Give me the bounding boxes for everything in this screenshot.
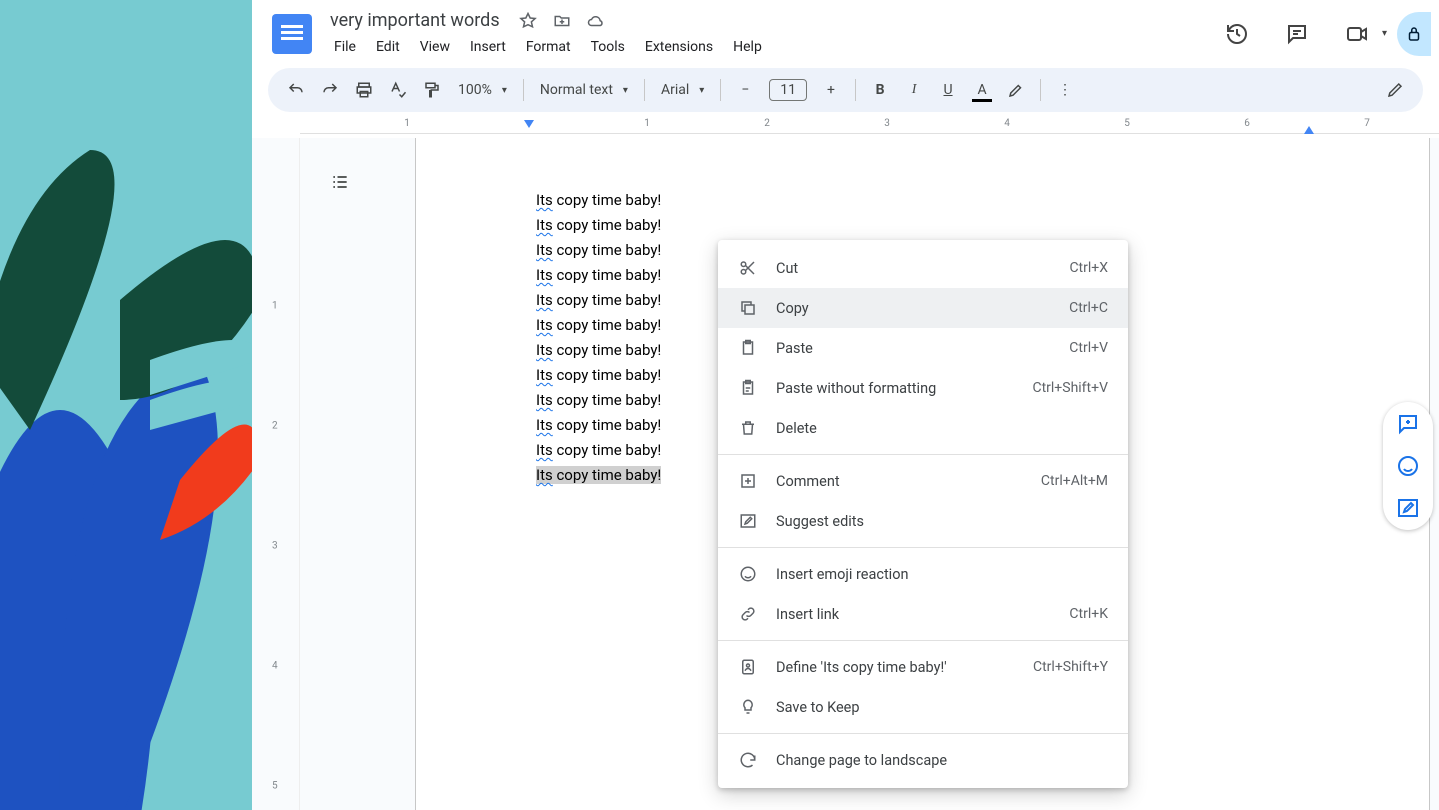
menu-extensions[interactable]: Extensions [637,35,721,59]
context-cut[interactable]: Cut Ctrl+X [718,248,1128,288]
add-comment-icon[interactable] [1396,412,1420,436]
context-label: Insert emoji reaction [776,566,1108,583]
text-line[interactable]: Its copy time baby! [536,188,1309,213]
define-icon [738,658,758,676]
floating-comment-panel [1383,402,1433,530]
menu-edit[interactable]: Edit [368,35,408,59]
context-accel: Ctrl+K [1069,606,1108,622]
increase-font-button[interactable]: + [815,74,847,106]
context-paste[interactable]: Paste Ctrl+V [718,328,1128,368]
context-label: Insert link [776,606,1051,623]
text-color-button[interactable]: A [966,74,998,106]
menubar: File Edit View Insert Format Tools Exten… [326,35,1217,59]
context-comment[interactable]: Comment Ctrl+Alt+M [718,461,1128,501]
move-icon[interactable] [552,11,572,31]
context-accel: Ctrl+Shift+V [1032,380,1108,396]
document-title[interactable]: very important words [326,8,504,33]
context-label: Comment [776,473,1023,490]
menu-format[interactable]: Format [518,35,579,59]
highlight-button[interactable] [1000,74,1032,106]
context-label: Cut [776,260,1051,277]
font-size-input[interactable]: 11 [769,79,807,101]
document-outline-button[interactable] [324,166,356,198]
context-rotate[interactable]: Change page to landscape [718,740,1128,780]
context-copy[interactable]: Copy Ctrl+C [718,288,1128,328]
context-accel: Ctrl+Shift+Y [1033,659,1108,675]
app-header: very important words File Edit View I [252,0,1439,68]
suggest-edits-icon[interactable] [1396,496,1420,520]
context-emoji[interactable]: Insert emoji reaction [718,554,1128,594]
context-define[interactable]: Define 'Its copy time baby!' Ctrl+Shift+Y [718,647,1128,687]
context-accel: Ctrl+V [1069,340,1108,356]
more-toolbar-button[interactable]: ⋮ [1049,74,1081,106]
context-paste-plain[interactable]: Paste without formatting Ctrl+Shift+V [718,368,1128,408]
context-label: Suggest edits [776,513,1108,530]
context-label: Delete [776,420,1108,437]
cut-icon [738,259,758,277]
print-button[interactable] [348,74,380,106]
zoom-dropdown[interactable]: 100% [450,74,515,106]
keep-icon [738,698,758,716]
delete-icon [738,419,758,437]
redo-button[interactable] [314,74,346,106]
editing-mode-button[interactable] [1379,74,1411,106]
undo-button[interactable] [280,74,312,106]
context-label: Paste without formatting [776,380,1014,397]
zoom-value: 100% [458,82,492,98]
menu-view[interactable]: View [412,35,458,59]
share-button[interactable] [1397,12,1431,56]
emoji-icon [738,565,758,583]
history-icon[interactable] [1217,14,1257,54]
link-icon [738,605,758,623]
left-indent-marker[interactable] [524,120,534,128]
desktop-wallpaper [0,0,252,810]
paragraph-style-dropdown[interactable]: Normal text [532,74,636,106]
context-delete[interactable]: Delete [718,408,1128,448]
spellcheck-button[interactable] [382,74,414,106]
right-indent-marker[interactable] [1304,126,1314,134]
comments-icon[interactable] [1277,14,1317,54]
decrease-font-button[interactable]: − [729,74,761,106]
style-value: Normal text [540,82,613,98]
context-accel: Ctrl+C [1069,300,1108,316]
horizontal-ruler[interactable]: 1 1 2 3 4 5 6 7 [300,118,1439,134]
cloud-status-icon[interactable] [586,11,606,31]
paste-plain-icon [738,379,758,397]
underline-button[interactable]: U [932,74,964,106]
italic-button[interactable]: I [898,74,930,106]
vertical-ruler[interactable]: 1 2 3 4 5 [252,138,300,810]
font-dropdown[interactable]: Arial [653,74,712,106]
menu-tools[interactable]: Tools [583,35,633,59]
context-accel: Ctrl+X [1069,260,1108,276]
toolbar: 100% Normal text Arial − 11 + B I U A ⋮ [268,68,1423,112]
context-label: Paste [776,340,1051,357]
copy-icon [738,299,758,317]
context-label: Save to Keep [776,699,1108,716]
context-link[interactable]: Insert link Ctrl+K [718,594,1128,634]
suggest-icon [738,512,758,530]
meet-icon[interactable] [1337,14,1377,54]
context-label: Copy [776,300,1051,317]
comment-icon [738,472,758,490]
font-value: Arial [661,82,689,98]
context-keep[interactable]: Save to Keep [718,687,1128,727]
docs-logo-icon[interactable] [272,14,312,54]
rotate-icon [738,751,758,769]
context-suggest[interactable]: Suggest edits [718,501,1128,541]
paint-format-button[interactable] [416,74,448,106]
add-emoji-icon[interactable] [1396,454,1420,478]
menu-help[interactable]: Help [725,35,770,59]
paste-icon [738,339,758,357]
menu-file[interactable]: File [326,35,364,59]
context-accel: Ctrl+Alt+M [1041,473,1108,489]
text-line[interactable]: Its copy time baby! [536,213,1309,238]
bold-button[interactable]: B [864,74,896,106]
context-label: Define 'Its copy time baby!' [776,659,1015,676]
star-icon[interactable] [518,11,538,31]
context-label: Change page to landscape [776,752,1108,769]
context-menu: Cut Ctrl+X Copy Ctrl+C Paste Ctrl+V Paste with… [718,240,1128,788]
menu-insert[interactable]: Insert [462,35,514,59]
